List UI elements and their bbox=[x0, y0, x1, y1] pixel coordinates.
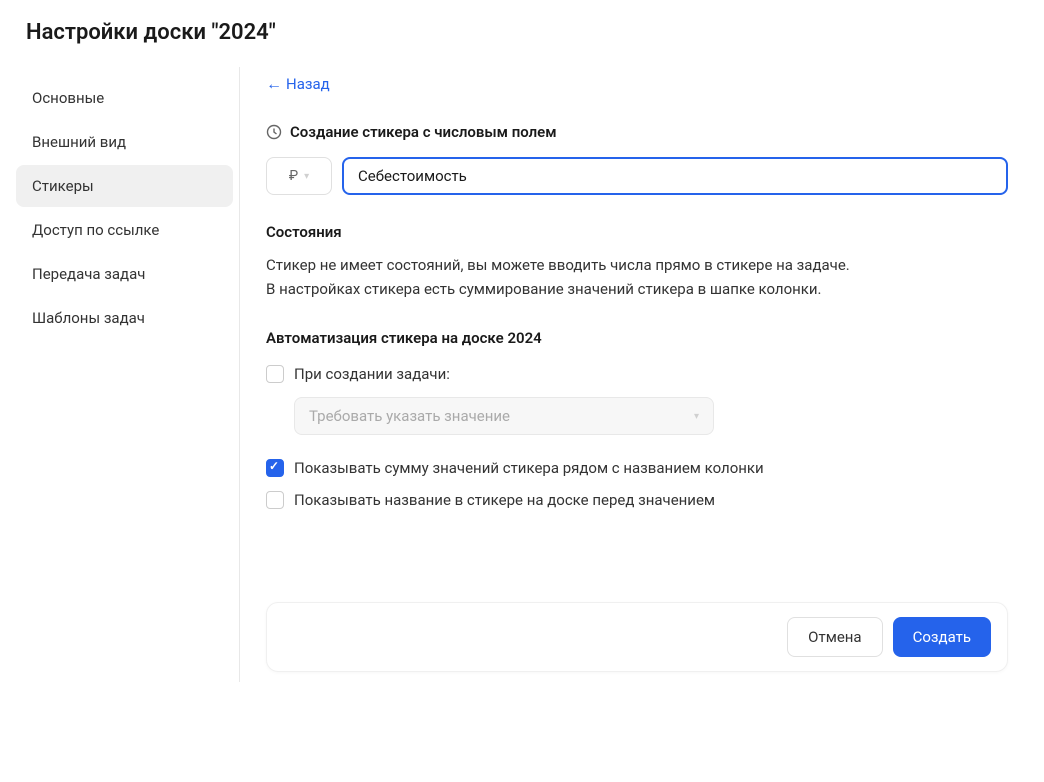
create-button[interactable]: Создать bbox=[893, 617, 991, 657]
states-desc-line1: Стикер не имеет состояний, вы можете вво… bbox=[266, 256, 850, 274]
sidebar-item-stickers[interactable]: Стикеры bbox=[16, 165, 233, 207]
require-value-select: Требовать указать значение ▾ bbox=[294, 397, 714, 435]
chevron-down-icon: ▾ bbox=[304, 171, 309, 182]
states-desc-line2: В настройках стикера есть суммирование з… bbox=[266, 280, 822, 298]
arrow-left-icon bbox=[266, 77, 280, 91]
states-description: Стикер не имеет состояний, вы можете вво… bbox=[266, 253, 1008, 301]
sidebar-item-task-templates[interactable]: Шаблоны задач bbox=[16, 297, 233, 339]
cancel-button[interactable]: Отмена bbox=[787, 617, 882, 657]
section-title-row: Создание стикера с числовым полем bbox=[266, 123, 1008, 141]
select-placeholder: Требовать указать значение bbox=[309, 407, 510, 425]
checkbox-on-create[interactable] bbox=[266, 365, 284, 383]
states-title: Состояния bbox=[266, 223, 1008, 241]
checkbox-show-name-row: Показывать название в стикере на доске п… bbox=[266, 491, 1008, 509]
layout: Основные Внешний вид Стикеры Доступ по с… bbox=[0, 67, 1044, 682]
input-row: ₽ ▾ bbox=[266, 157, 1008, 195]
checkbox-on-create-label: При создании задачи: bbox=[294, 365, 450, 383]
sidebar-item-task-transfer[interactable]: Передача задач bbox=[16, 253, 233, 295]
sticker-name-input[interactable] bbox=[342, 157, 1008, 195]
section-title-text: Создание стикера с числовым полем bbox=[290, 123, 557, 141]
checkbox-show-sum-label: Показывать сумму значений стикера рядом … bbox=[294, 459, 764, 477]
currency-symbol: ₽ bbox=[289, 168, 298, 184]
checkbox-show-sum[interactable] bbox=[266, 459, 284, 477]
page-header: Настройки доски "2024" bbox=[0, 0, 1044, 67]
automation-title: Автоматизация стикера на доске 2024 bbox=[266, 329, 1008, 347]
checkbox-show-name[interactable] bbox=[266, 491, 284, 509]
main-content: Назад Создание стикера с числовым полем … bbox=[240, 67, 1034, 682]
back-button[interactable]: Назад bbox=[266, 75, 330, 93]
clock-icon bbox=[266, 124, 282, 140]
sidebar: Основные Внешний вид Стикеры Доступ по с… bbox=[10, 67, 240, 682]
checkbox-show-sum-row: Показывать сумму значений стикера рядом … bbox=[266, 459, 1008, 477]
footer-actions: Отмена Создать bbox=[266, 602, 1008, 672]
back-label: Назад bbox=[286, 75, 330, 93]
page-title: Настройки доски "2024" bbox=[26, 20, 1018, 45]
sidebar-item-link-access[interactable]: Доступ по ссылке bbox=[16, 209, 233, 251]
sidebar-item-general[interactable]: Основные bbox=[16, 77, 233, 119]
chevron-down-icon: ▾ bbox=[694, 411, 699, 422]
checkbox-on-create-row: При создании задачи: bbox=[266, 365, 1008, 383]
currency-select[interactable]: ₽ ▾ bbox=[266, 157, 332, 195]
checkbox-show-name-label: Показывать название в стикере на доске п… bbox=[294, 491, 715, 509]
sidebar-item-appearance[interactable]: Внешний вид bbox=[16, 121, 233, 163]
